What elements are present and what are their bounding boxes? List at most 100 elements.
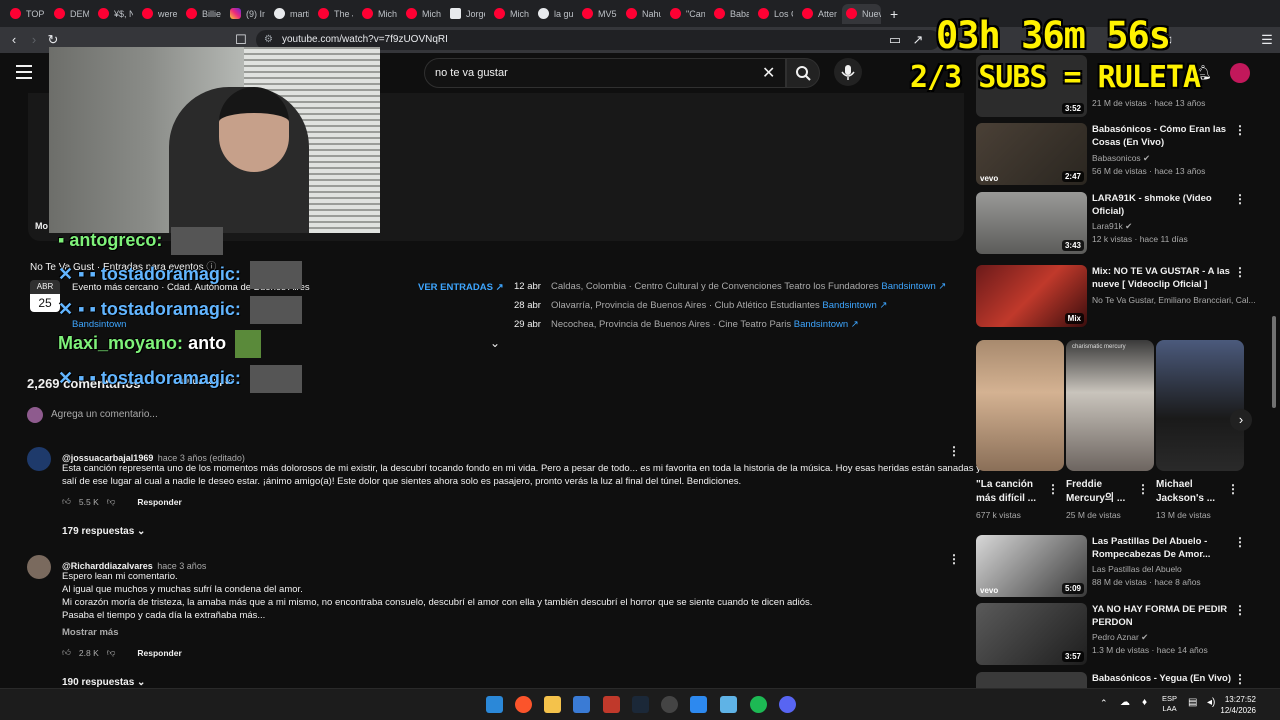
obs-icon[interactable] (661, 696, 678, 713)
shorts-next-button[interactable]: › (1230, 409, 1252, 431)
app-icon[interactable] (573, 696, 590, 713)
channel-name[interactable]: Lara91k ✔ (1092, 221, 1132, 232)
related-video[interactable]: 3:57 YA NO HAY FORMA DE PEDIR PERDON Ped… (976, 603, 1256, 665)
dislike-icon[interactable]: 👎︎ (107, 496, 116, 507)
related-mix[interactable]: Mix Mix: NO TE VA GUSTAR - A las nueve [… (976, 265, 1256, 327)
browser-tab[interactable]: Baba (710, 4, 749, 24)
browser-tab[interactable]: marti (270, 4, 309, 24)
language-indicator[interactable]: ESP LAA (1162, 694, 1177, 714)
browser-tab[interactable]: Micha (402, 4, 441, 24)
app-icon[interactable] (603, 696, 620, 713)
channel-name[interactable]: Babasonicos ✔ (1092, 153, 1150, 164)
share-icon[interactable]: ↗ (910, 32, 926, 48)
video-more-icon[interactable]: ⋮ (1234, 672, 1246, 686)
channel-name[interactable]: Las Pastillas del Abuelo (1092, 564, 1182, 574)
short-more-icon[interactable]: ⋮ (1047, 482, 1059, 496)
event-row[interactable]: 12 abr Caldas, Colombia · Centro Cultural… (514, 281, 946, 292)
ver-entradas-link[interactable]: VER ENTRADAS ↗ (418, 282, 504, 293)
forward-icon[interactable]: › (26, 32, 42, 48)
search-input[interactable]: no te va gustar (424, 58, 786, 88)
discord-icon[interactable] (779, 696, 796, 713)
related-video[interactable]: 3:43 LARA91K - shmoke (Video Oficial) La… (976, 192, 1256, 254)
back-icon[interactable]: ‹ (6, 32, 22, 48)
browser-tab[interactable]: Los C (754, 4, 793, 24)
browser-tab[interactable]: DEMC (50, 4, 89, 24)
voice-search-button[interactable] (834, 58, 862, 86)
app-icon[interactable] (690, 696, 707, 713)
clear-search-icon[interactable]: ✕ (762, 63, 775, 83)
browser-tab[interactable]: The Ja (314, 4, 353, 24)
reply-button[interactable]: Responder (137, 497, 181, 507)
browser-tab[interactable]: TOP 1 (6, 4, 45, 24)
video-thumbnail[interactable]: 3:57 (976, 603, 1087, 665)
like-icon[interactable]: 👍︎ (62, 496, 71, 507)
video-thumbnail[interactable]: 3:43 (976, 192, 1087, 254)
browser-tab[interactable]: (9) In (226, 4, 265, 24)
file-explorer-icon[interactable] (544, 696, 561, 713)
related-video[interactable]: vevo 2:47 Babasónicos - Cómo Eran las Co… (976, 123, 1256, 185)
cast-icon[interactable]: ▭ (887, 32, 903, 48)
brave-browser-icon[interactable] (515, 696, 532, 713)
video-more-icon[interactable]: ⋮ (1234, 265, 1246, 279)
page-scrollbar[interactable] (1272, 316, 1276, 408)
short-title[interactable]: "La canción más difícil ... (976, 478, 1036, 506)
browser-tab[interactable]: Nuev (842, 3, 881, 24)
spotify-icon[interactable] (750, 696, 767, 713)
browser-tab[interactable]: MV58 (578, 4, 617, 24)
hamburger-menu-icon[interactable] (16, 65, 32, 79)
start-icon[interactable] (486, 696, 503, 713)
video-more-icon[interactable]: ⋮ (1234, 192, 1246, 206)
add-comment-input[interactable]: Agrega un comentario... (51, 409, 158, 420)
microphone-icon[interactable]: ♦ (1142, 697, 1147, 708)
browser-tab[interactable]: Micha (490, 4, 529, 24)
network-icon[interactable]: ▤ (1188, 697, 1197, 708)
clock[interactable]: 13:27:52 12/4/2026 (1220, 694, 1256, 716)
event-row[interactable]: 29 abr Necochea, Provincia de Buenos Aire… (514, 319, 859, 330)
search-button[interactable] (786, 58, 820, 88)
video-thumbnail[interactable]: vevo 2:47 (976, 123, 1087, 185)
browser-tab[interactable]: Atten (798, 4, 837, 24)
tray-chevron-icon[interactable]: ⌃ (1100, 698, 1108, 709)
browser-tab[interactable]: la gus (534, 4, 573, 24)
mix-thumbnail[interactable]: Mix (976, 265, 1087, 327)
browser-tab[interactable]: Jorge (446, 4, 485, 24)
short-more-icon[interactable]: ⋮ (1227, 482, 1239, 496)
browser-tab[interactable]: werev (138, 4, 177, 24)
video-more-icon[interactable]: ⋮ (1234, 535, 1246, 549)
replies-toggle[interactable]: 179 respuestas ⌄ (62, 526, 145, 537)
steam-icon[interactable] (632, 696, 649, 713)
browser-tab[interactable]: ¥$, N (94, 4, 133, 24)
channel-name[interactable]: Pedro Aznar ✔ (1092, 632, 1148, 643)
like-icon[interactable]: 👍︎ (62, 647, 71, 658)
video-title[interactable]: Babasónicos - Cómo Eran las Cosas (En Vi… (1092, 123, 1232, 149)
menu-icon[interactable]: ☰ (1259, 32, 1275, 48)
short-thumbnail[interactable]: charismatic mercury (1066, 340, 1154, 471)
short-thumbnail[interactable] (1156, 340, 1244, 471)
short-title[interactable]: Michael Jackson's ... (1156, 478, 1215, 506)
commenter-avatar[interactable] (27, 555, 51, 579)
show-more-link[interactable]: Mostrar más (62, 626, 119, 639)
browser-tab[interactable]: Micha (358, 4, 397, 24)
commenter-avatar[interactable] (27, 447, 51, 471)
new-tab-icon[interactable]: + (890, 6, 898, 22)
browser-tab[interactable]: Nahu (622, 4, 661, 24)
reply-button[interactable]: Responder (137, 648, 181, 658)
video-thumbnail[interactable]: vevo 5:09 (976, 535, 1087, 597)
video-title[interactable]: Mix: NO TE VA GUSTAR - A las nueve [ Vid… (1092, 265, 1232, 291)
video-title[interactable]: Las Pastillas Del Abuelo - Rompecabezas … (1092, 535, 1232, 561)
video-title[interactable]: Babasónicos - Yegua (En Vivo) (1092, 672, 1232, 685)
expand-events-icon[interactable]: ⌄ (490, 336, 500, 350)
bookmark-icon[interactable]: ☐ (233, 32, 249, 48)
comment-more-icon[interactable]: ⋮ (948, 444, 960, 458)
related-video[interactable]: Babasónicos - Yegua (En Vivo) ⋮ (976, 672, 1256, 688)
volume-icon[interactable]: ◂) (1207, 697, 1215, 708)
tray-app-icon[interactable]: ☁ (1120, 697, 1130, 708)
video-more-icon[interactable]: ⋮ (1234, 123, 1246, 137)
video-title[interactable]: LARA91K - shmoke (Video Oficial) (1092, 192, 1232, 218)
short-title[interactable]: Freddie Mercury의 ... (1066, 478, 1125, 506)
event-row[interactable]: 28 abr Olavarría, Provincia de Buenos Air… (514, 300, 887, 311)
reload-icon[interactable]: ↻ (45, 32, 61, 48)
video-title[interactable]: YA NO HAY FORMA DE PEDIR PERDON (1092, 603, 1232, 629)
browser-tab[interactable]: "Canc (666, 4, 705, 24)
video-more-icon[interactable]: ⋮ (1234, 603, 1246, 617)
